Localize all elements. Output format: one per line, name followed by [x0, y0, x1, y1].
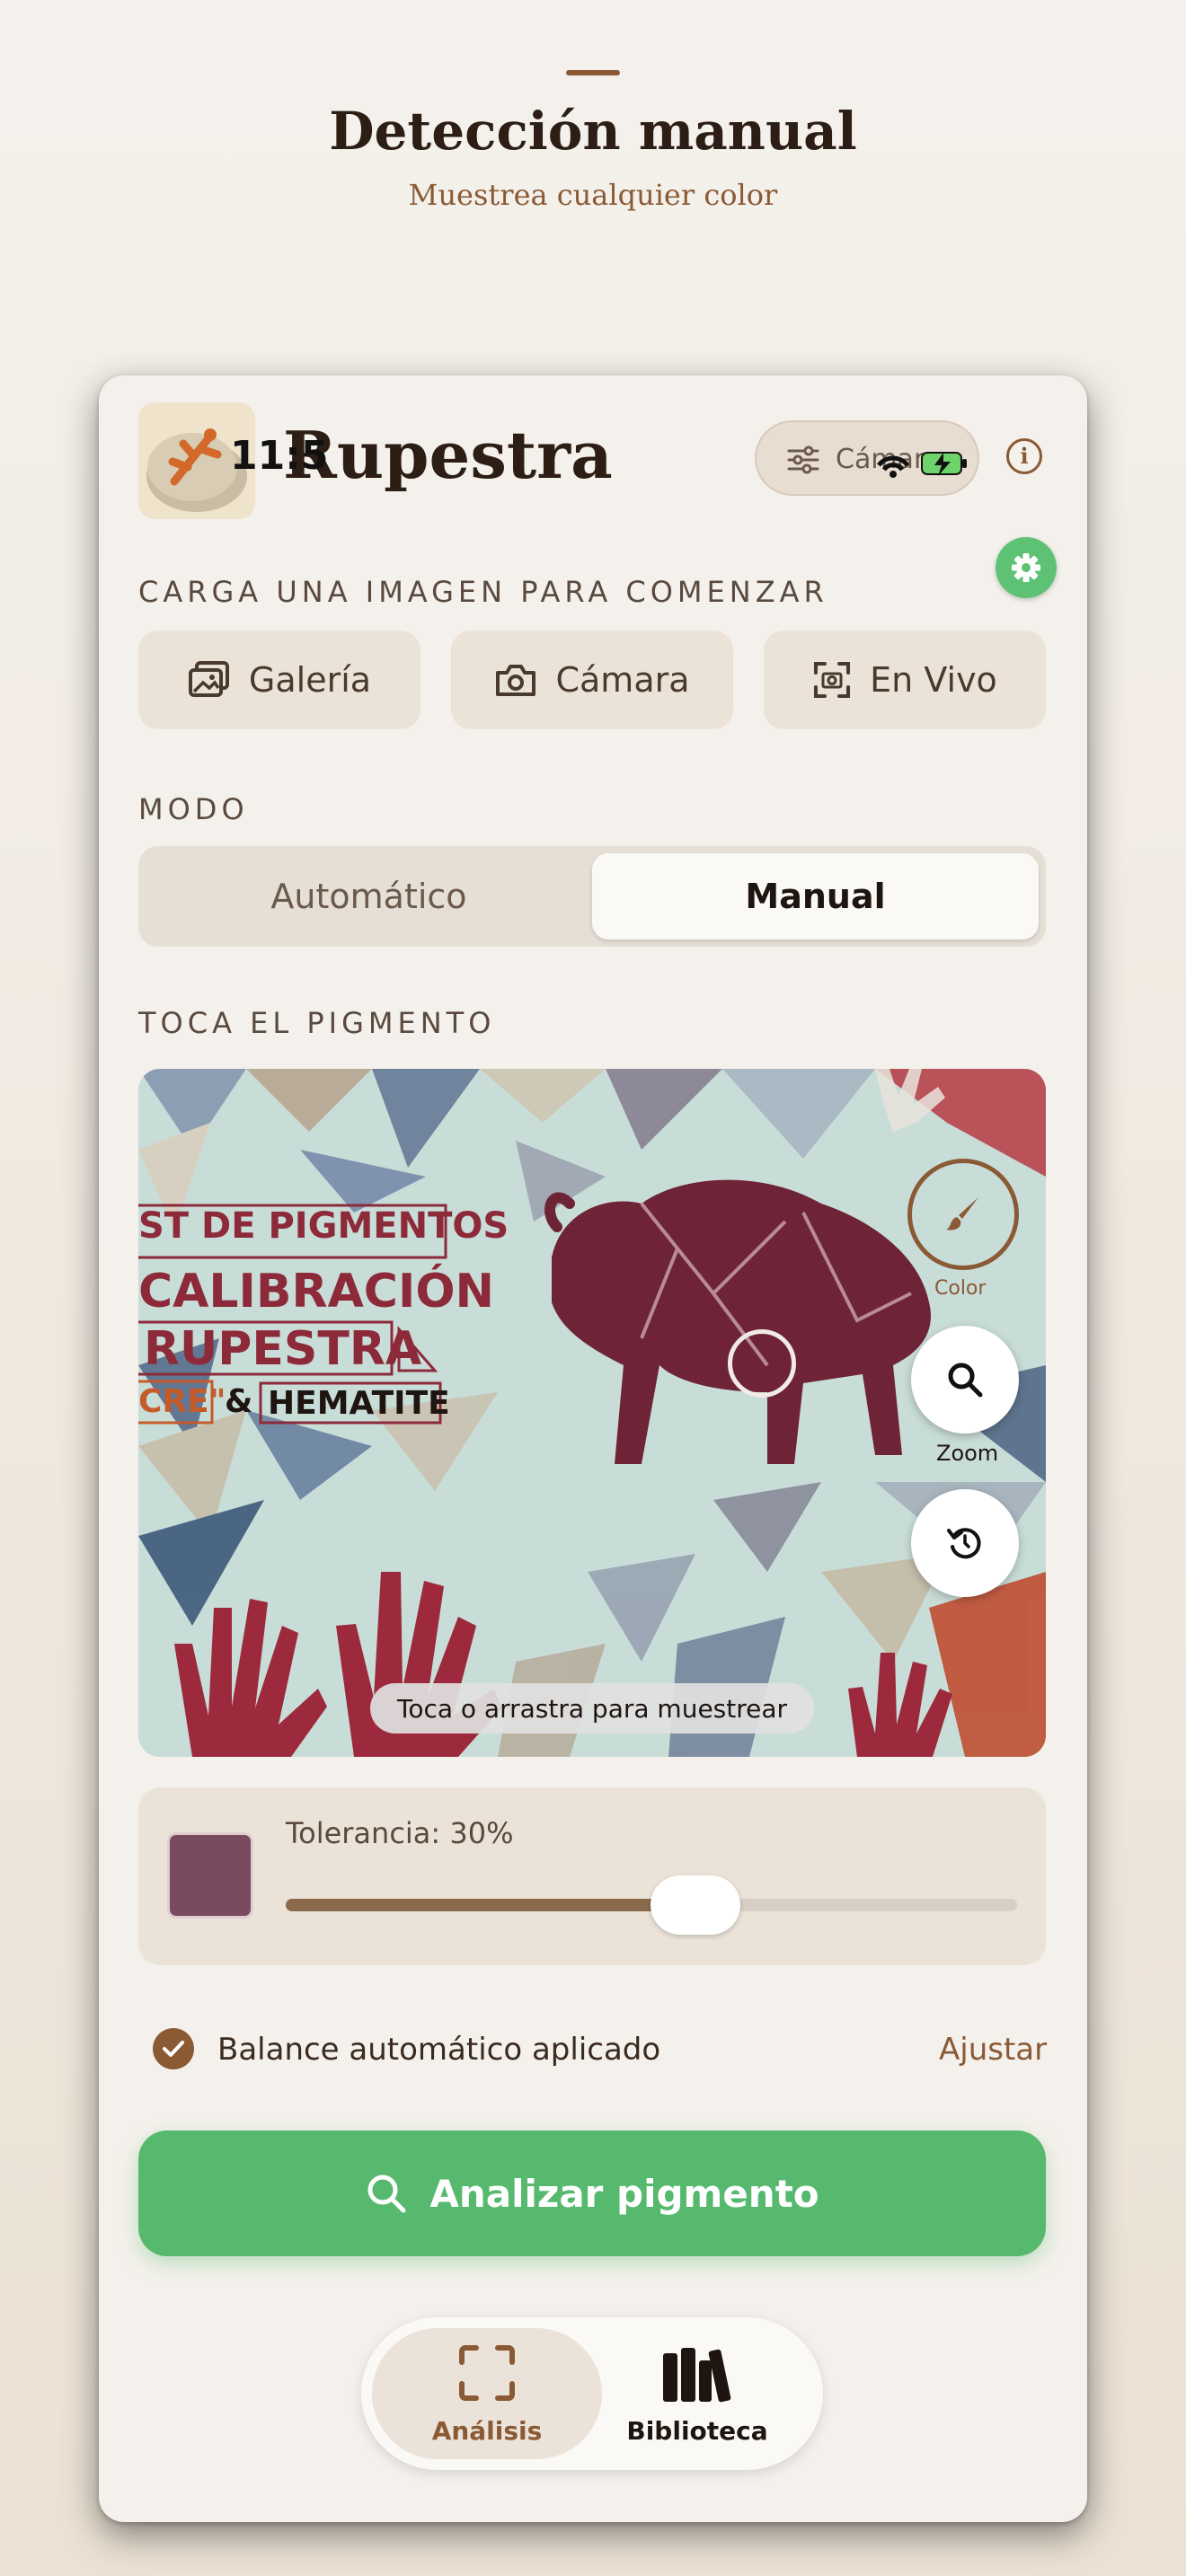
- tolerance-slider-thumb[interactable]: [650, 1875, 740, 1935]
- camera-icon: [496, 665, 536, 696]
- zoom-button[interactable]: [911, 1326, 1019, 1434]
- poster-text-line-1: ST DE PIGMENTOS: [138, 1205, 509, 1247]
- analyze-pigment-button[interactable]: Analizar pigmento: [138, 2130, 1046, 2256]
- color-picker-ring[interactable]: [907, 1159, 1019, 1270]
- phone-screen: Rupestra 11:5 Cámara i CARGA UNA IMAGEN …: [99, 375, 1087, 2522]
- settings-button[interactable]: [996, 537, 1057, 598]
- hero-accent-line: [566, 70, 620, 75]
- sliders-icon: [787, 446, 819, 474]
- poster-text-line-5: HEMATITE: [268, 1385, 450, 1422]
- gallery-icon: [188, 661, 229, 697]
- search-icon: [948, 1363, 983, 1398]
- tab-library[interactable]: Biblioteca: [582, 2328, 812, 2459]
- tab-analysis-label: Análisis: [431, 2416, 543, 2446]
- reset-icon: [947, 1528, 981, 1559]
- sample-cursor[interactable]: [728, 1329, 796, 1398]
- balance-status-text: Balance automático aplicado: [217, 2032, 661, 2068]
- library-icon: [663, 2348, 731, 2403]
- reset-button[interactable]: [911, 1489, 1019, 1597]
- tolerance-label: Tolerancia: 30%: [286, 1816, 514, 1850]
- pigment-section-label: TOCA EL PIGMENTO: [138, 1006, 496, 1040]
- live-button[interactable]: En Vivo: [764, 631, 1046, 729]
- brush-icon: [946, 1197, 978, 1231]
- status-time: 11:5: [230, 433, 329, 479]
- bottom-tab-bar: Análisis Biblioteca: [361, 2317, 823, 2470]
- sample-hint: Toca o arrastra para muestrear: [370, 1683, 814, 1734]
- live-button-label: En Vivo: [870, 660, 997, 700]
- analyze-pigment-label: Analizar pigmento: [429, 2171, 819, 2216]
- gallery-button-label: Galería: [248, 660, 372, 700]
- scan-icon: [459, 2345, 515, 2401]
- adjust-balance-link[interactable]: Ajustar: [939, 2032, 1047, 2068]
- app-title: Rupestra: [283, 417, 613, 493]
- pigment-image-canvas[interactable]: ST DE PIGMENTOS CALIBRACIÓN RUPESTRA CRE…: [138, 1069, 1046, 1757]
- poster-text-line-3: RUPESTRA: [144, 1322, 422, 1376]
- mode-option-manual[interactable]: Manual: [592, 853, 1039, 940]
- poster-text-line-2: CALIBRACIÓN: [138, 1265, 495, 1319]
- mode-option-automatic[interactable]: Automático: [146, 853, 592, 940]
- tolerance-card: Tolerancia: 30%: [138, 1787, 1046, 1965]
- gallery-button[interactable]: Galería: [138, 631, 420, 729]
- hero-subtitle: Muestrea cualquier color: [408, 178, 778, 212]
- camera-button-label: Cámara: [555, 660, 690, 700]
- tolerance-slider-fill: [286, 1899, 695, 1911]
- poster-text-line-4: CRE": [138, 1383, 226, 1420]
- checkmark-icon: [163, 2041, 184, 2057]
- status-indicators-icon: [877, 452, 967, 478]
- camera-button[interactable]: Cámara: [451, 631, 733, 729]
- info-icon[interactable]: i: [1006, 438, 1042, 474]
- poster-text-ampersand: &: [225, 1383, 253, 1420]
- search-icon: [367, 2175, 406, 2213]
- sampled-color-swatch: [167, 1832, 253, 1919]
- hero-title: Detección manual: [329, 101, 857, 162]
- mode-segmented-control: Automático Manual: [138, 846, 1046, 947]
- upload-section-label: CARGA UNA IMAGEN PARA COMENZAR: [138, 575, 828, 609]
- tab-analysis[interactable]: Análisis: [372, 2328, 602, 2459]
- gear-icon: [1012, 553, 1040, 582]
- tab-library-label: Biblioteca: [626, 2416, 768, 2446]
- zoom-label: Zoom: [936, 1441, 999, 1466]
- live-camera-icon: [814, 662, 851, 698]
- balance-check-indicator: [153, 2028, 194, 2069]
- color-ring-label: Color: [934, 1277, 987, 1300]
- mode-section-label: MODO: [138, 792, 249, 826]
- camera-mode-pill[interactable]: Cámara: [755, 420, 979, 496]
